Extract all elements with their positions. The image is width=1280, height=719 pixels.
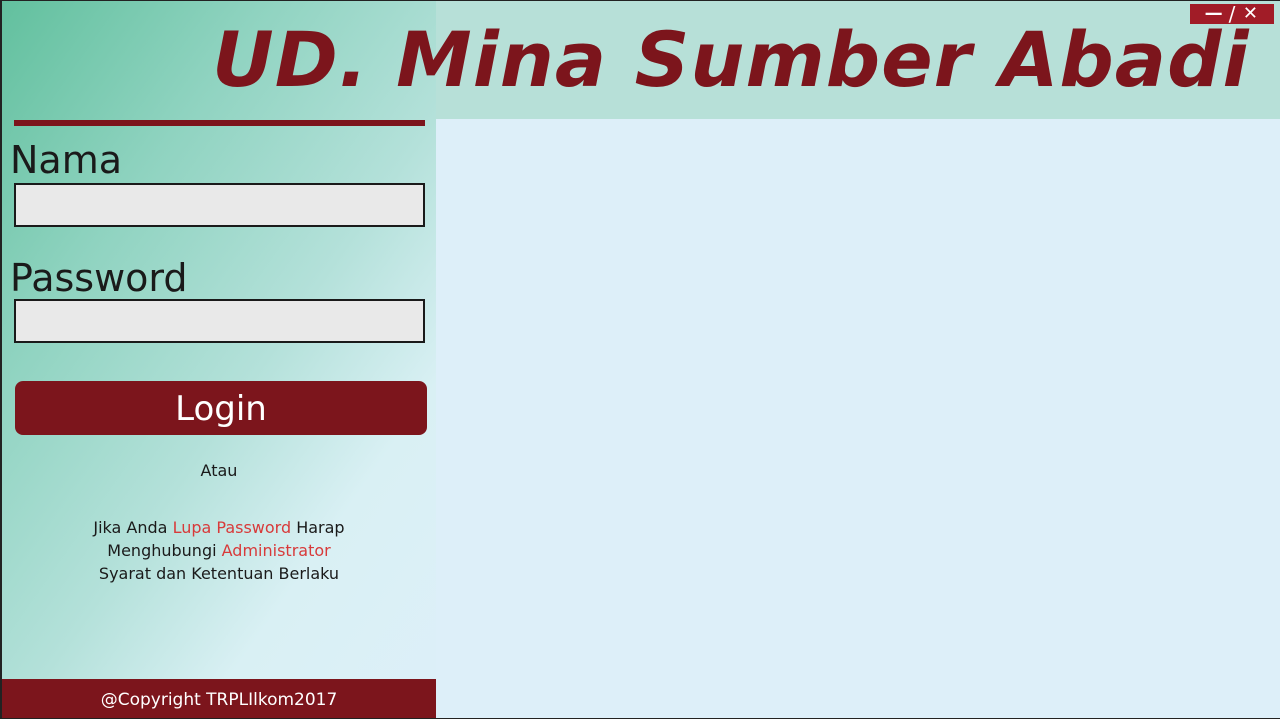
close-button[interactable]: ✕	[1237, 4, 1263, 24]
minimize-button[interactable]: —	[1201, 4, 1227, 24]
name-input[interactable]	[14, 183, 425, 227]
login-panel	[2, 1, 436, 718]
help-line-1: Jika Anda Lupa Password Harap	[42, 516, 396, 539]
window-controls-separator: /	[1228, 2, 1236, 26]
password-input[interactable]	[14, 299, 425, 343]
login-button[interactable]: Login	[15, 381, 427, 435]
password-label: Password	[10, 256, 188, 300]
copyright-footer: @Copyright TRPLIlkom2017	[2, 679, 436, 718]
forgot-password-link[interactable]: Lupa Password	[173, 518, 292, 537]
or-text: Atau	[200, 461, 238, 480]
help-line-1-prefix: Jika Anda	[93, 518, 173, 537]
administrator-link[interactable]: Administrator	[222, 541, 331, 560]
window-controls: — / ✕	[1190, 4, 1274, 24]
login-window: UD. Mina Sumber Abadi — / ✕ Nama Passwor…	[2, 1, 1280, 718]
header-divider	[14, 120, 425, 126]
help-line-2: Menghubungi Administrator	[42, 539, 396, 562]
terms-text: Syarat dan Ketentuan Berlaku	[98, 564, 340, 583]
app-title: UD. Mina Sumber Abadi	[212, 15, 1250, 104]
name-label: Nama	[10, 138, 123, 182]
help-line-2-prefix: Menghubungi	[107, 541, 222, 560]
help-text: Jika Anda Lupa Password Harap Menghubung…	[42, 516, 396, 585]
help-line-1-suffix: Harap	[291, 518, 345, 537]
